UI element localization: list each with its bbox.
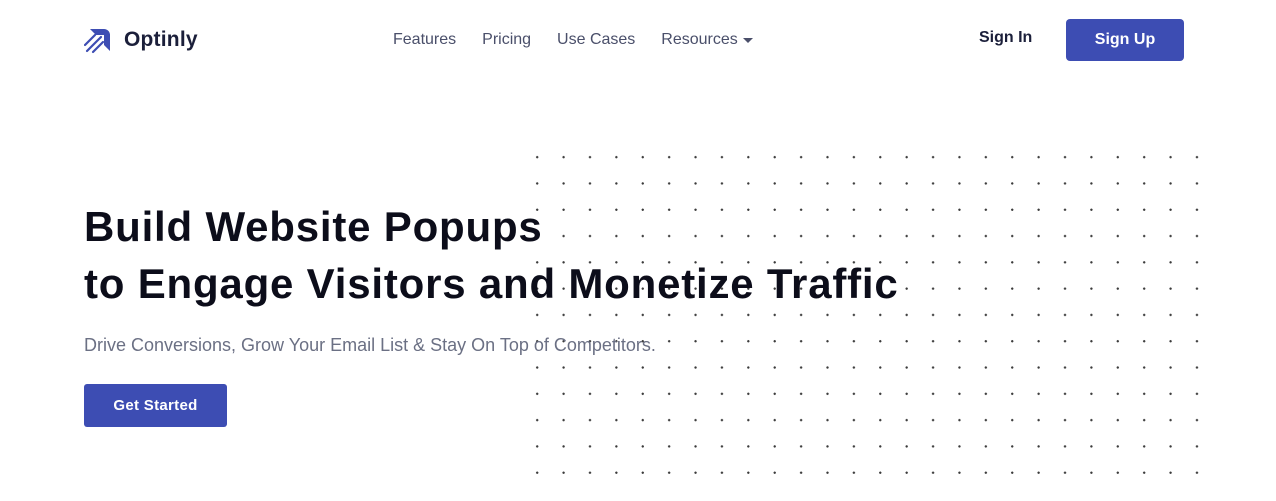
get-started-button[interactable]: Get Started: [84, 384, 227, 427]
sign-in-link[interactable]: Sign In: [979, 29, 1032, 47]
hero-title-line-1: Build Website Popups: [84, 203, 543, 250]
nav-link-pricing[interactable]: Pricing: [482, 31, 531, 49]
nav-link-resources-label: Resources: [661, 31, 738, 48]
hero-title-line-2: to Engage Visitors and Monetize Traffic: [84, 260, 899, 307]
sign-up-button[interactable]: Sign Up: [1066, 19, 1184, 61]
hero-title: Build Website Popups to Engage Visitors …: [84, 198, 899, 312]
hero-subtitle: Drive Conversions, Grow Your Email List …: [84, 335, 656, 355]
brand-name: Optinly: [124, 28, 198, 51]
optinly-logo-icon: [84, 29, 110, 54]
nav-link-features[interactable]: Features: [393, 31, 456, 49]
brand-logo-link[interactable]: Optinly: [84, 26, 198, 54]
top-navbar: Optinly Features Pricing Use Cases Resou…: [0, 0, 1276, 80]
caret-down-icon: [742, 37, 753, 43]
nav-link-use-cases[interactable]: Use Cases: [557, 31, 635, 49]
nav-link-resources[interactable]: Resources: [661, 31, 753, 49]
main-nav: Features Pricing Use Cases Resources: [393, 30, 753, 50]
hero-section: Build Website Popups to Engage Visitors …: [84, 198, 899, 312]
